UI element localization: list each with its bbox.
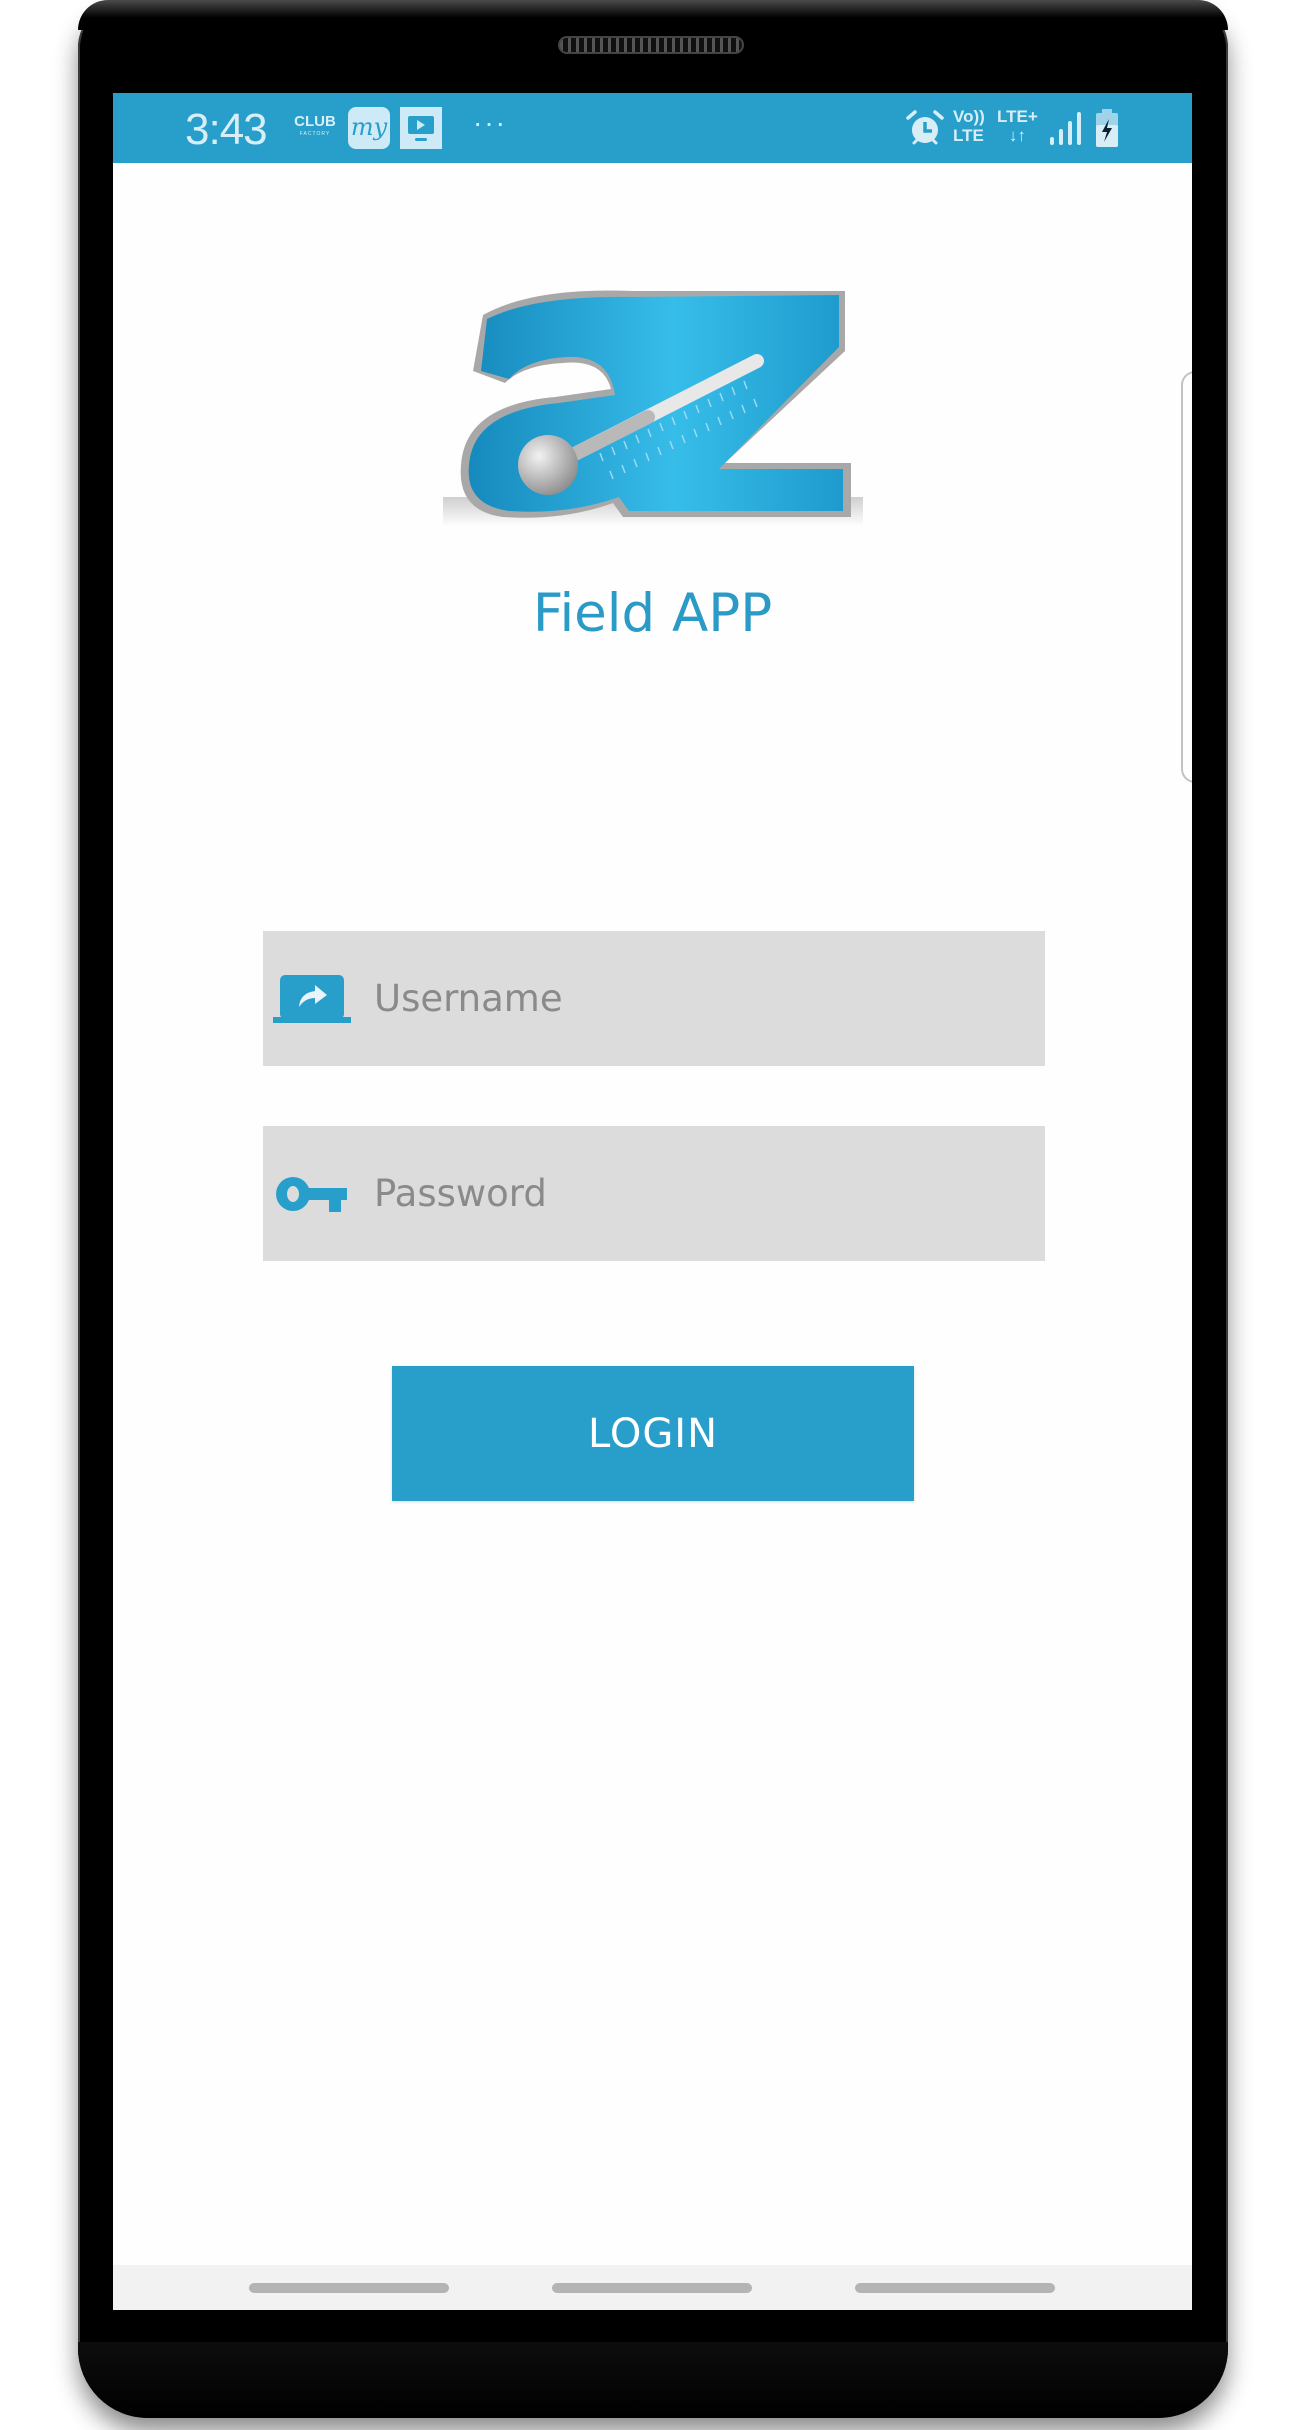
status-time: 3:43 — [185, 105, 268, 154]
app-title: Field APP — [532, 583, 773, 644]
volte-icon: Vo)) LTE — [953, 107, 985, 145]
earpiece-speaker — [558, 36, 744, 54]
password-field[interactable] — [263, 1126, 1045, 1261]
lte-plus-data-icon: LTE+ ↓↑ — [997, 107, 1038, 145]
back-gesture-pill[interactable] — [855, 2283, 1055, 2293]
phone-top-edge — [78, 0, 1228, 30]
data-arrows: ↓↑ — [1008, 126, 1026, 145]
alarm-icon — [906, 110, 944, 145]
battery-charging-icon — [1096, 109, 1118, 147]
lte-label: LTE+ — [997, 107, 1038, 126]
club-label: CLUB — [294, 113, 336, 130]
phone-chin — [78, 2342, 1228, 2418]
club-sublabel: FACTORY — [299, 131, 331, 137]
key-icon — [276, 1176, 347, 1212]
volte-sublabel: LTE — [953, 126, 984, 145]
az-logo — [443, 290, 863, 527]
edge-panel-handle[interactable] — [1181, 371, 1192, 783]
laptop-share-icon — [273, 974, 351, 1023]
recents-gesture-pill[interactable] — [249, 2283, 449, 2293]
volte-label: Vo)) — [953, 107, 985, 126]
video-player-icon — [400, 107, 442, 149]
username-input[interactable] — [353, 931, 1045, 1066]
password-input[interactable] — [353, 1126, 1045, 1261]
status-bar: 3:43 CLUB FACTORY my ··· Vo)) LTE LTE+ ↓… — [113, 93, 1192, 163]
more-notifications-icon: ··· — [473, 107, 507, 138]
club-factory-icon: CLUB FACTORY — [291, 114, 339, 137]
makemytrip-my-icon: my — [348, 107, 390, 149]
username-field[interactable] — [263, 931, 1045, 1066]
screen: 3:43 CLUB FACTORY my ··· Vo)) LTE LTE+ ↓… — [113, 93, 1192, 2310]
navigation-bar — [113, 2265, 1192, 2310]
home-gesture-pill[interactable] — [552, 2283, 752, 2293]
signal-icon — [1050, 112, 1081, 145]
login-button[interactable]: LOGIN — [392, 1366, 914, 1501]
